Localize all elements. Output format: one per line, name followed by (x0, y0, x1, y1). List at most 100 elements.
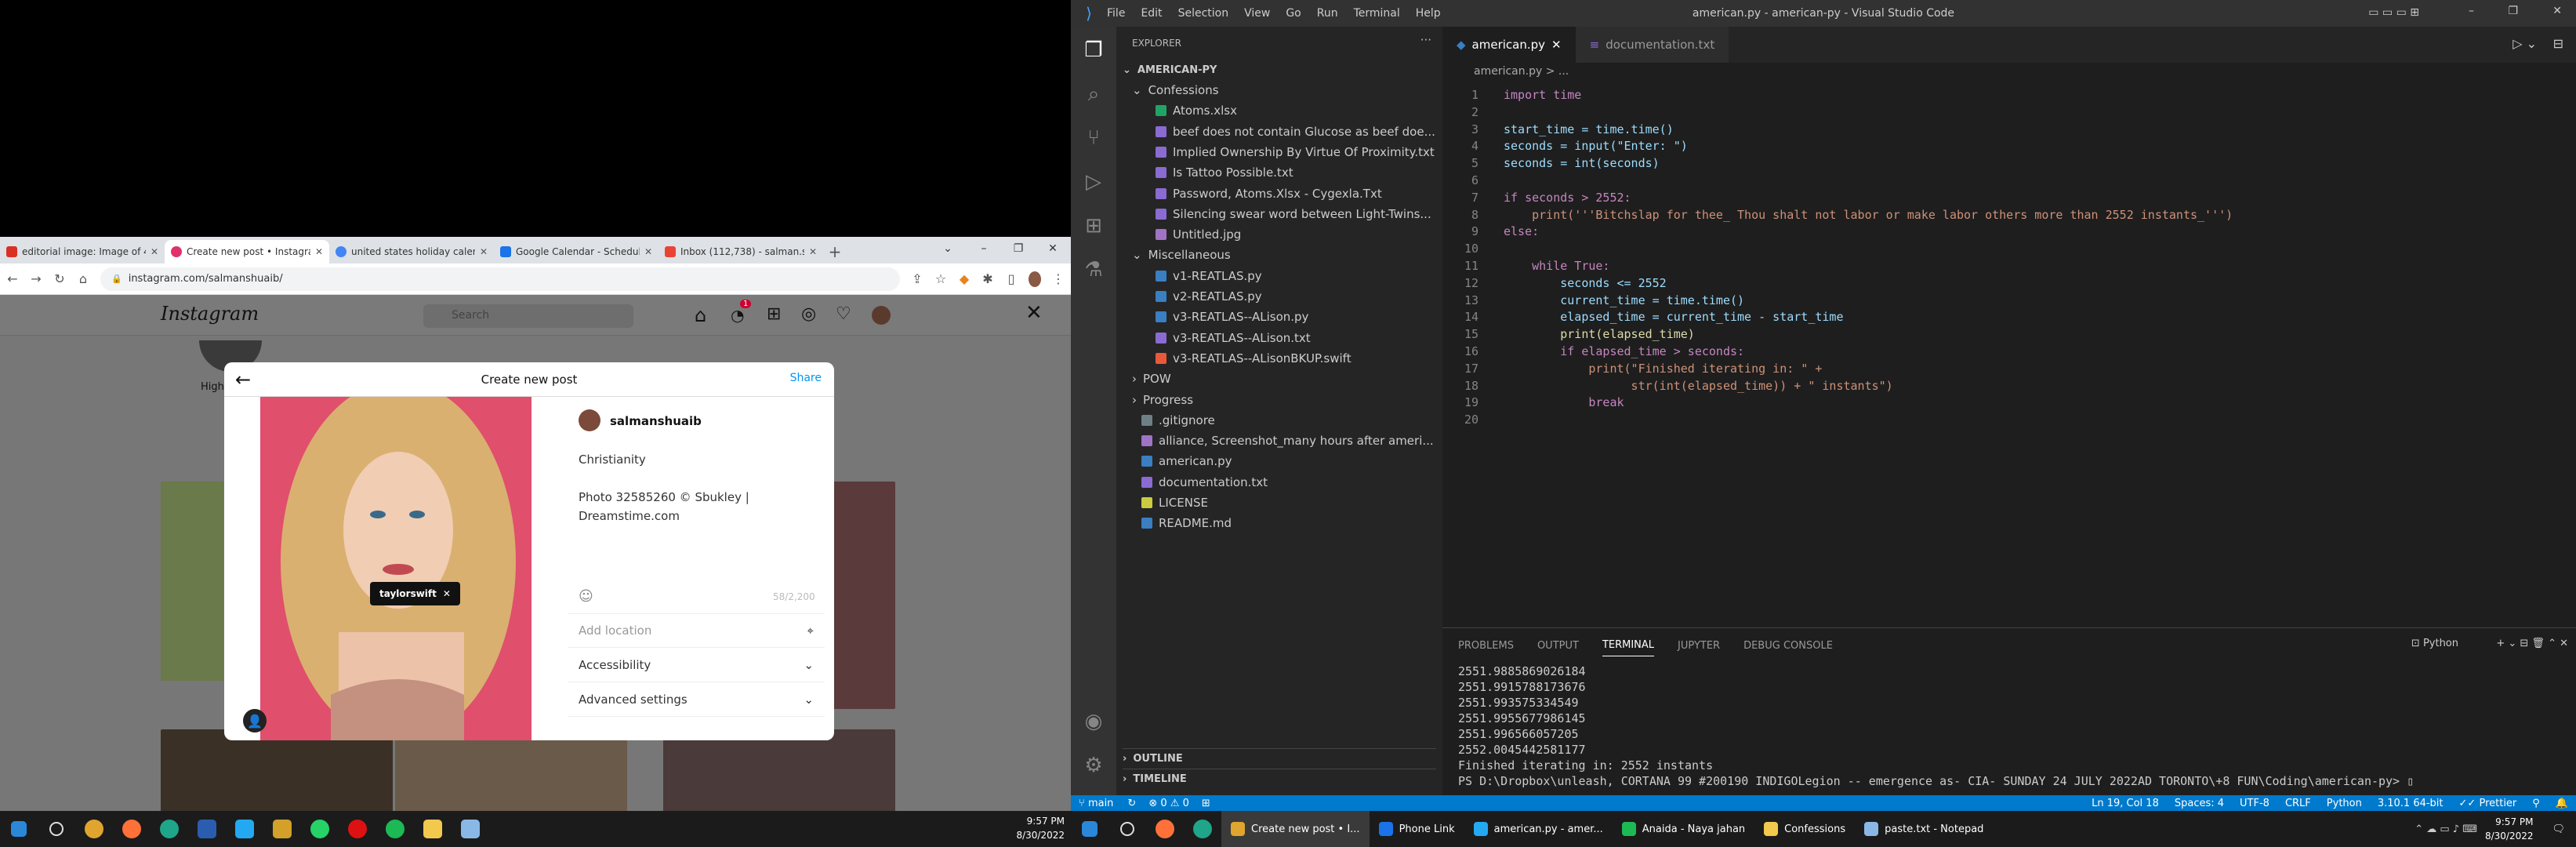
source-control-icon[interactable]: ⑂ (1081, 125, 1106, 151)
taskbar-task[interactable]: Confessions (1754, 811, 1855, 847)
notepad-icon[interactable] (452, 811, 489, 847)
start-button[interactable] (1071, 811, 1108, 847)
close-window-button[interactable]: ✕ (1035, 237, 1071, 260)
encoding[interactable]: UTF-8 (2232, 798, 2277, 809)
extensions-icon[interactable]: ✱ (981, 271, 994, 286)
minimize-button[interactable]: – (2469, 5, 2474, 17)
home-icon[interactable]: ⌂ (695, 304, 706, 326)
tree-file[interactable]: Untitled.jpg (1156, 224, 1241, 245)
chrome-tab-active[interactable]: Create new post • Instagram ✕ (165, 240, 329, 264)
tree-folder[interactable]: ⌄ Confessions (1132, 80, 1219, 100)
add-location-row[interactable]: Add location ⌖ (568, 613, 825, 648)
whatsapp-icon[interactable] (301, 811, 339, 847)
menu-item[interactable]: File (1107, 7, 1125, 20)
address-bar[interactable]: 🔒 instagram.com/salmanshuaib/ (100, 267, 900, 291)
post-thumb[interactable] (663, 729, 895, 811)
tree-file[interactable]: Password, Atoms.Xlsx - Cygexla.Txt (1156, 184, 1382, 204)
app-icon[interactable] (1184, 811, 1221, 847)
back-arrow-icon[interactable]: ← (235, 369, 251, 391)
tree-file[interactable]: Is Tattoo Possible.txt (1156, 162, 1293, 183)
extensions-icon[interactable]: ⊞ (1081, 213, 1106, 238)
tree-file[interactable]: american.py (1141, 451, 1232, 471)
panel-tab[interactable]: TERMINAL (1602, 639, 1655, 656)
indent-setting[interactable]: Spaces: 4 (2167, 798, 2232, 809)
post-thumb[interactable] (826, 482, 895, 709)
run-icon[interactable]: ▷ ⌄ (2513, 36, 2537, 51)
branch-indicator[interactable]: ⑂ main (1071, 798, 1121, 809)
close-icon[interactable]: ✕ (644, 246, 652, 257)
explorer-icon[interactable]: ❐ (1081, 38, 1106, 63)
extension-status-icon[interactable]: ⊞ (1195, 798, 1217, 809)
user-tag[interactable]: taylorswift ✕ (370, 582, 460, 605)
menu-item[interactable]: Selection (1178, 7, 1229, 20)
emoji-icon[interactable]: ☺ (579, 588, 593, 605)
menu-item[interactable]: Terminal (1354, 7, 1400, 20)
menu-dots-icon[interactable]: ⋮ (1052, 271, 1065, 286)
panel-tab[interactable]: DEBUG CONSOLE (1743, 640, 1833, 652)
share-button[interactable]: Share (790, 372, 822, 384)
chrome-tab[interactable]: editorial image: Image of 4'... ✕ (0, 240, 165, 264)
caption-input[interactable]: Christianity Photo 32585260 © Sbukley | … (579, 450, 822, 525)
file-explorer-icon[interactable] (414, 811, 452, 847)
tree-file[interactable]: LICENSE (1141, 493, 1208, 513)
tree-file[interactable]: Atoms.xlsx (1156, 100, 1237, 121)
panel-tab[interactable]: OUTPUT (1537, 640, 1579, 652)
menu-item[interactable]: Help (1416, 7, 1441, 20)
chrome-tab[interactable]: Inbox (112,738) - salman.sh... ✕ (659, 240, 823, 264)
run-debug-icon[interactable]: ▷ (1081, 169, 1106, 194)
tree-file[interactable]: .gitignore (1141, 410, 1215, 431)
tree-file[interactable]: documentation.txt (1141, 472, 1268, 493)
close-icon[interactable]: ✕ (315, 246, 323, 257)
search-icon[interactable] (38, 811, 75, 847)
new-post-icon[interactable]: ⊞ (767, 304, 781, 324)
prettier-status[interactable]: ✓✓ Prettier (2451, 798, 2525, 809)
close-icon[interactable]: ✕ (1551, 38, 1562, 52)
testing-icon[interactable]: ⚗ (1081, 257, 1106, 282)
taskbar-task[interactable]: Create new post • I... (1221, 811, 1370, 847)
close-icon[interactable]: ✕ (480, 246, 488, 257)
outline-section[interactable]: › OUTLINE (1123, 748, 1436, 769)
profile-avatar[interactable] (1029, 271, 1041, 287)
post-photo[interactable]: taylorswift ✕ (260, 397, 532, 740)
start-button[interactable] (0, 811, 38, 847)
cursor-position[interactable]: Ln 19, Col 18 (2084, 798, 2167, 809)
avatar[interactable] (872, 306, 891, 325)
tree-file[interactable]: v1-REATLAS.py (1156, 266, 1262, 286)
post-thumb[interactable] (161, 482, 223, 681)
explore-icon[interactable]: ◎ (801, 304, 816, 324)
clock[interactable]: 9:57 PM 8/30/2022 (1016, 814, 1065, 842)
app-icon[interactable] (188, 811, 226, 847)
sidepanel-icon[interactable]: ▯ (1005, 271, 1018, 286)
menu-item[interactable]: View (1244, 7, 1270, 20)
opera-icon[interactable] (339, 811, 376, 847)
edge-icon[interactable] (151, 811, 188, 847)
tree-file[interactable]: v2-REATLAS.py (1156, 286, 1262, 307)
menu-item[interactable]: Go (1286, 7, 1301, 20)
close-icon[interactable]: ✕ (151, 246, 158, 257)
messenger-icon[interactable]: ◔ (731, 306, 744, 325)
post-thumb[interactable] (395, 729, 627, 811)
tree-file[interactable]: Implied Ownership By Virtue Of Proximity… (1156, 142, 1435, 162)
more-actions-icon[interactable]: ··· (1420, 33, 1431, 47)
instagram-logo[interactable]: Instagram (161, 303, 259, 325)
new-tab-button[interactable]: + (823, 240, 847, 264)
feedback-icon[interactable]: ⚲ (2524, 798, 2548, 809)
back-icon[interactable]: ← (6, 271, 19, 286)
gear-icon[interactable]: ⚙ (1081, 753, 1106, 778)
tree-file[interactable]: Silencing swear word between Light-Twins… (1156, 204, 1431, 224)
timeline-section[interactable]: › TIMELINE (1123, 769, 1436, 789)
taskbar-task[interactable]: paste.txt - Notepad (1855, 811, 1993, 847)
panel-tab[interactable]: JUPYTER (1678, 640, 1720, 652)
panel-tab[interactable]: PROBLEMS (1458, 640, 1514, 652)
close-window-button[interactable]: ✕ (2552, 5, 2562, 17)
chrome-taskbar-icon[interactable] (75, 811, 113, 847)
search-icon[interactable] (1108, 811, 1146, 847)
line-endings[interactable]: CRLF (2277, 798, 2319, 809)
layout-icons[interactable]: ▭ ▭ ▭ ⊞ (2368, 6, 2419, 19)
tree-folder[interactable]: › Progress (1132, 390, 1193, 410)
chrome-tab[interactable]: united states holiday calend... ✕ (329, 240, 494, 264)
reload-icon[interactable]: ↻ (53, 271, 66, 286)
firefox-icon[interactable] (113, 811, 151, 847)
instagram-search[interactable]: Search (423, 304, 633, 328)
tree-file[interactable]: v3-REATLAS--ALison.py (1156, 307, 1308, 327)
